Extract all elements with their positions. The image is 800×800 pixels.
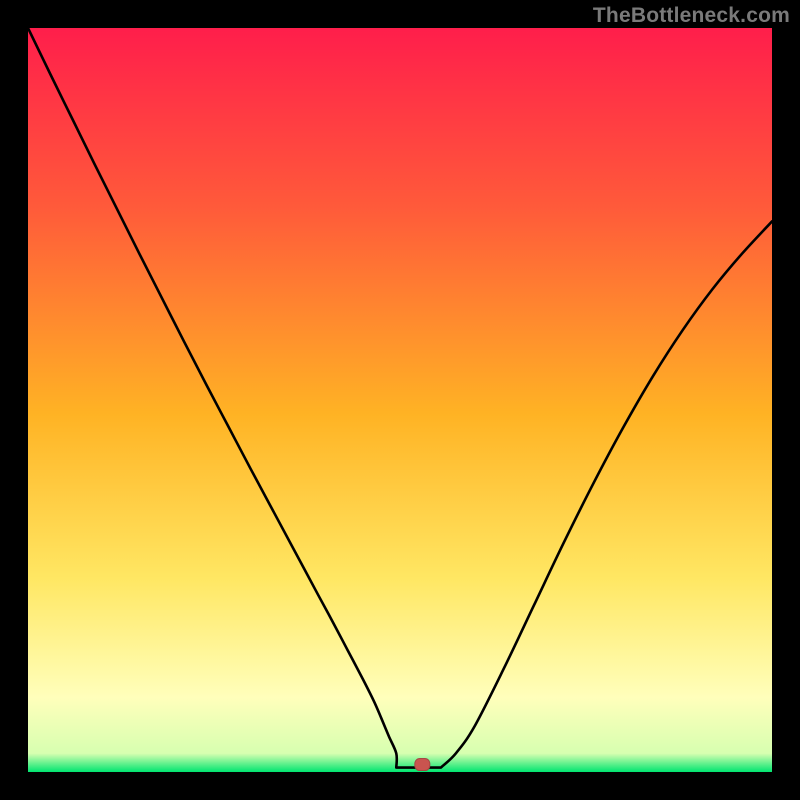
attribution-watermark: TheBottleneck.com <box>593 4 790 28</box>
gradient-background <box>28 28 772 772</box>
chart-svg <box>28 28 772 772</box>
optimum-marker <box>415 759 430 771</box>
outer-frame: TheBottleneck.com <box>0 0 800 800</box>
plot-area <box>28 28 772 772</box>
